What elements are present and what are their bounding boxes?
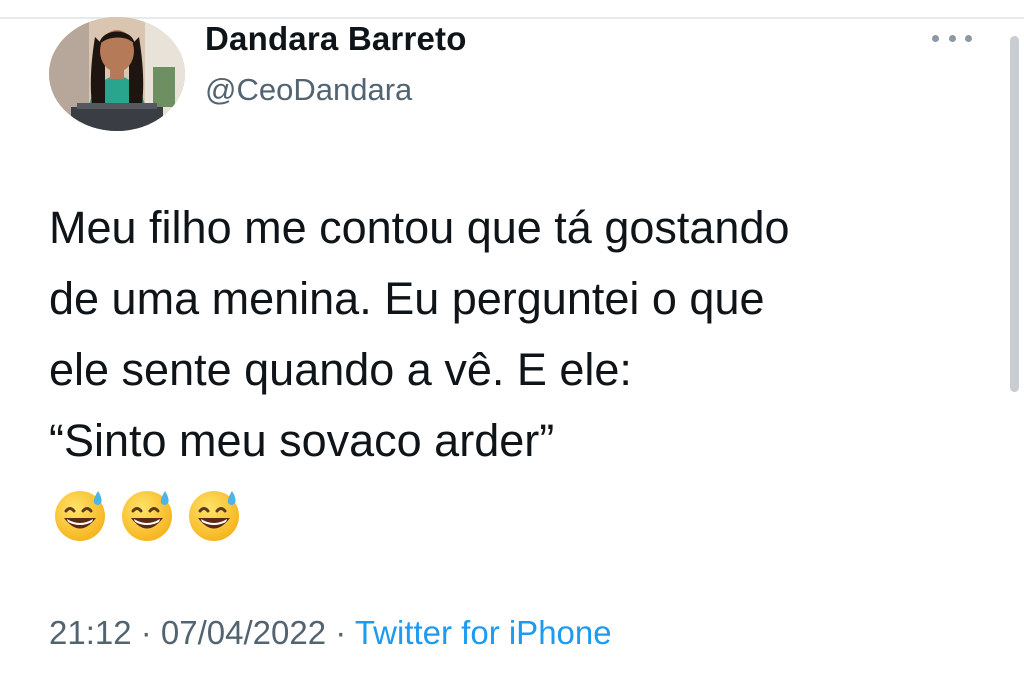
emoji-row — [52, 487, 242, 543]
more-horizontal-icon[interactable] — [932, 29, 972, 47]
meta-separator: · — [326, 614, 355, 651]
meta-separator: · — [131, 614, 161, 651]
dot — [948, 34, 956, 42]
avatar[interactable] — [49, 17, 185, 131]
author-handle[interactable]: @CeoDandara — [205, 72, 412, 108]
tweet-source-link[interactable]: Twitter for iPhone — [355, 614, 612, 651]
tweet-text: Meu filho me contou que tá gostando de u… — [49, 192, 999, 476]
tweet-text-line: ele sente quando a vê. E ele: — [49, 344, 632, 395]
grinning-face-with-sweat-icon — [55, 491, 105, 541]
author-display-name[interactable]: Dandara Barreto — [205, 20, 467, 58]
scrollbar[interactable] — [1010, 36, 1019, 392]
dot — [965, 34, 972, 42]
tweet-time[interactable]: 21:12 — [49, 614, 132, 651]
grinning-face-with-sweat-icon — [122, 491, 172, 541]
grinning-face-with-sweat-icon — [189, 491, 239, 541]
dot — [932, 34, 939, 42]
tweet-metadata: 21:12 · 07/04/2022 · Twitter for iPhone — [49, 614, 612, 652]
tweet-date[interactable]: 07/04/2022 — [161, 614, 326, 651]
tweet-text-line: de uma menina. Eu perguntei o que — [49, 273, 765, 324]
tweet-text-line: Meu filho me contou que tá gostando — [49, 202, 790, 253]
tweet-text-line: “Sinto meu sovaco arder” — [49, 415, 555, 466]
avatar-photo — [49, 17, 185, 131]
tweet: Dandara Barreto @CeoDandara Meu filho me… — [0, 0, 1024, 680]
